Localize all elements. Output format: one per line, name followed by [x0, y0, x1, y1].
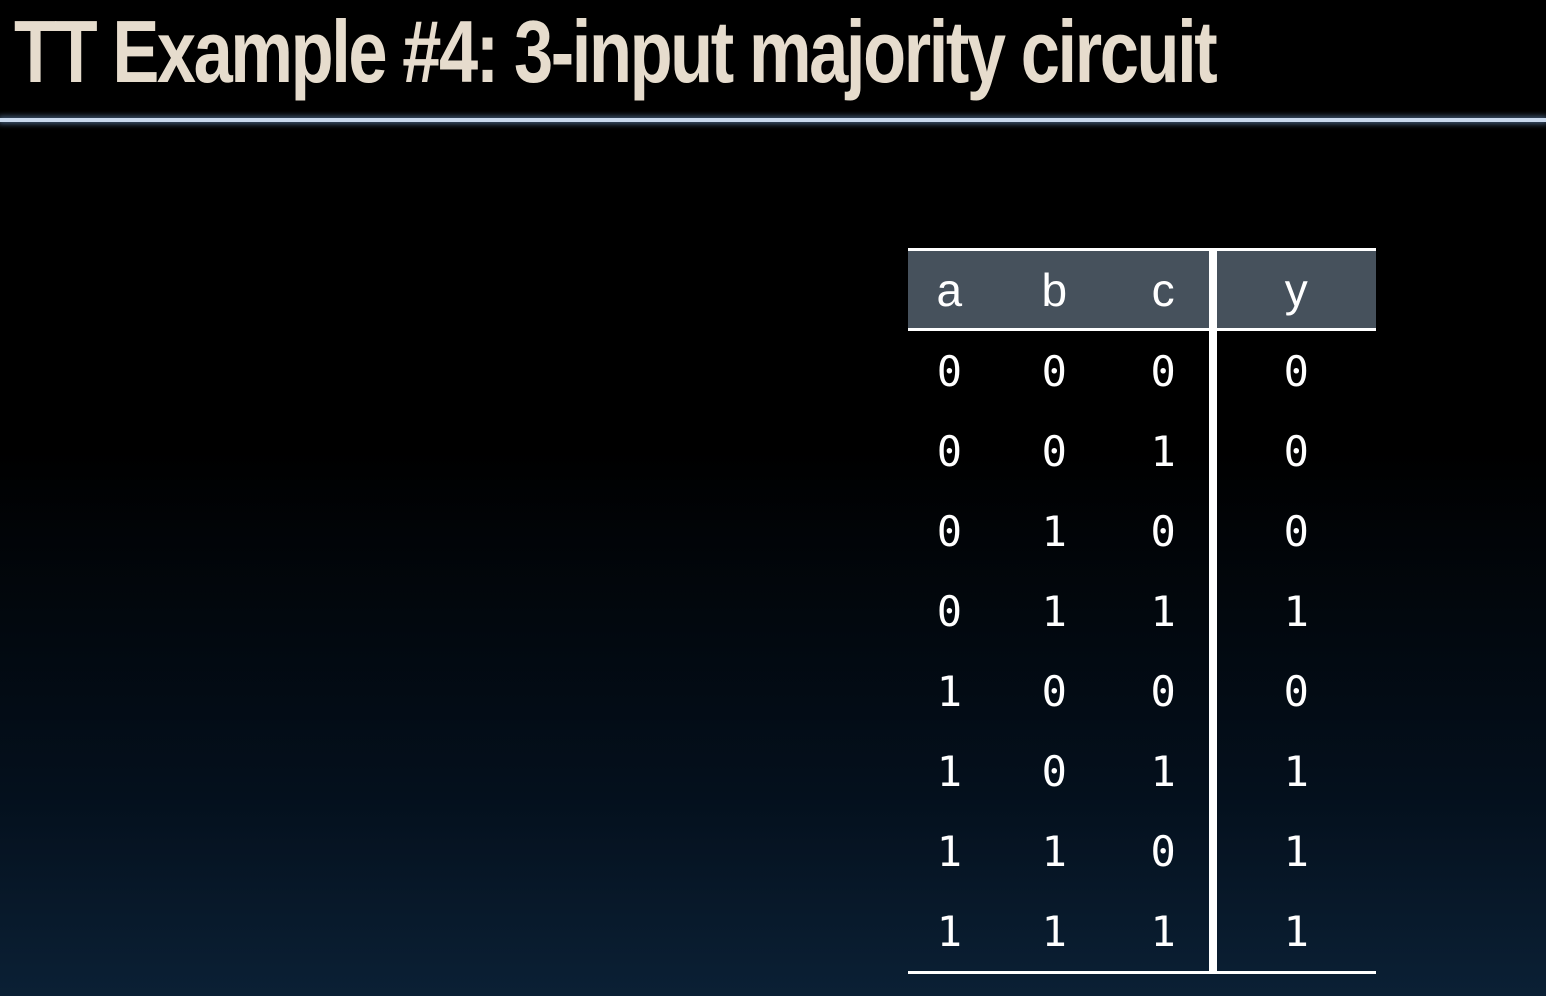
table-row: 1 1 0 1 [908, 811, 1376, 891]
cell-y: 1 [1283, 906, 1309, 956]
cell-c: 0 [1150, 506, 1176, 556]
table-row: 1 1 1 1 [908, 891, 1376, 973]
cell-a: 1 [936, 826, 962, 876]
header-a: a [908, 249, 991, 331]
cell-b: 0 [1041, 426, 1067, 476]
output-separator [1208, 571, 1217, 651]
cell-c: 1 [1150, 426, 1176, 476]
cell-b: 1 [1041, 906, 1067, 956]
cell-b: 0 [1041, 666, 1067, 716]
cell-c: 0 [1150, 666, 1176, 716]
cell-a: 1 [936, 666, 962, 716]
cell-c: 0 [1150, 346, 1176, 396]
cell-a: 0 [936, 586, 962, 636]
output-separator [1208, 249, 1217, 331]
cell-y: 1 [1283, 826, 1309, 876]
table-row: 0 1 0 0 [908, 491, 1376, 571]
output-separator [1208, 651, 1217, 731]
table-row: 1 0 0 0 [908, 651, 1376, 731]
cell-y: 0 [1283, 506, 1309, 556]
cell-a: 0 [936, 346, 962, 396]
cell-y: 0 [1283, 426, 1309, 476]
table-row: 0 0 1 0 [908, 411, 1376, 491]
slide-title: TT Example #4: 3-input majority circuit [14, 2, 1218, 101]
cell-b: 1 [1041, 506, 1067, 556]
cell-a: 0 [936, 506, 962, 556]
output-separator [1208, 891, 1217, 973]
cell-b: 1 [1041, 826, 1067, 876]
header-c: c [1117, 249, 1209, 331]
cell-c: 1 [1150, 586, 1176, 636]
cell-b: 1 [1041, 586, 1067, 636]
table-row: 0 0 0 0 [908, 329, 1376, 411]
cell-c: 0 [1150, 826, 1176, 876]
truth-table: a b c y 0 0 0 0 0 0 1 0 0 1 0 0 0 1 1 1 … [908, 248, 1376, 974]
table-row: 0 1 1 1 [908, 571, 1376, 651]
truth-table-header-row: a b c y [908, 249, 1376, 331]
output-separator [1208, 411, 1217, 491]
output-separator [1208, 329, 1217, 411]
cell-c: 1 [1150, 746, 1176, 796]
cell-b: 0 [1041, 746, 1067, 796]
header-y: y [1216, 249, 1376, 331]
output-separator [1208, 731, 1217, 811]
cell-y: 1 [1283, 586, 1309, 636]
title-divider [0, 118, 1546, 122]
cell-c: 1 [1150, 906, 1176, 956]
cell-y: 0 [1283, 346, 1309, 396]
cell-y: 0 [1283, 666, 1309, 716]
cell-y: 1 [1283, 746, 1309, 796]
cell-a: 1 [936, 906, 962, 956]
cell-a: 1 [936, 746, 962, 796]
output-separator [1208, 491, 1217, 571]
table-row: 1 0 1 1 [908, 731, 1376, 811]
cell-b: 0 [1041, 346, 1067, 396]
cell-a: 0 [936, 426, 962, 476]
header-b: b [990, 249, 1118, 331]
output-separator [1208, 811, 1217, 891]
